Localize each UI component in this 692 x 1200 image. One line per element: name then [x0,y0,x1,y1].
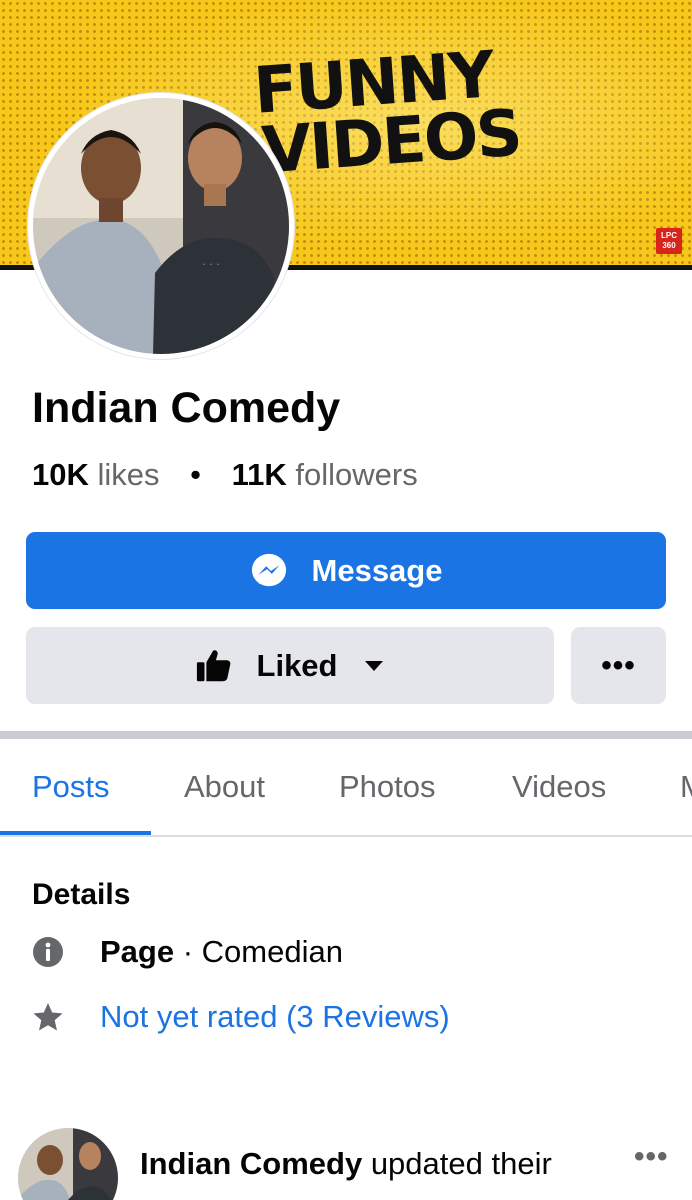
likes-label: likes [97,457,160,492]
message-label: Message [311,552,443,588]
liked-button[interactable]: Liked [26,627,554,704]
post-summary: Indian Comedy updated their [140,1144,552,1184]
post-avatar-illustration [18,1128,118,1200]
page-label: Page [100,934,175,969]
page-stats: 10K likes • 11K followers [32,457,418,493]
post-author-name[interactable]: Indian Comedy [140,1146,362,1181]
page-title: Indian Comedy [32,384,341,432]
followers-label: followers [295,457,418,492]
followers-count: 11K [231,457,287,492]
tab-posts[interactable]: Posts [32,769,110,805]
stats-separator: • [190,457,201,492]
liked-label: Liked [256,647,338,683]
star-icon [33,1003,63,1031]
profile-photo-illustration: · · · [33,98,289,354]
section-divider [0,731,692,739]
tab-photos[interactable]: Photos [339,769,436,805]
likes-count: 10K [32,457,89,492]
cover-title-line-2: VIDEOS [259,96,523,189]
tab-more[interactable]: M [680,769,692,805]
post-author-avatar[interactable] [18,1128,118,1200]
active-tab-indicator [0,831,151,835]
profile-picture[interactable]: · · · [28,93,294,359]
cover-logo: LPC 360 [656,228,682,254]
page-tabs: Posts About Photos Videos M [0,739,692,837]
chevron-down-icon [365,660,384,671]
tab-about[interactable]: About [184,769,265,805]
svg-text:· · ·: · · · [202,258,219,271]
page-category: Comedian [201,934,343,969]
cover-title: FUNNY VIDEOS [252,38,523,189]
details-heading: Details [32,878,131,911]
post-header: Indian Comedy updated their ••• [18,1128,692,1200]
rating-row[interactable]: Not yet rated (3 Reviews) [32,999,450,1035]
rating-link[interactable]: Not yet rated (3 Reviews) [100,999,450,1035]
messenger-icon [251,553,286,586]
info-icon [33,937,63,967]
page-category-separator: · [174,934,202,969]
message-button[interactable]: Message [26,532,666,609]
thumbs-up-icon [196,649,230,681]
more-options-button[interactable]: ••• [571,627,666,704]
post-action-text: updated their [362,1146,552,1181]
tab-videos[interactable]: Videos [512,769,606,805]
page-category-row: Page · Comedian [32,934,343,970]
post-options-button[interactable]: ••• [634,1140,669,1174]
